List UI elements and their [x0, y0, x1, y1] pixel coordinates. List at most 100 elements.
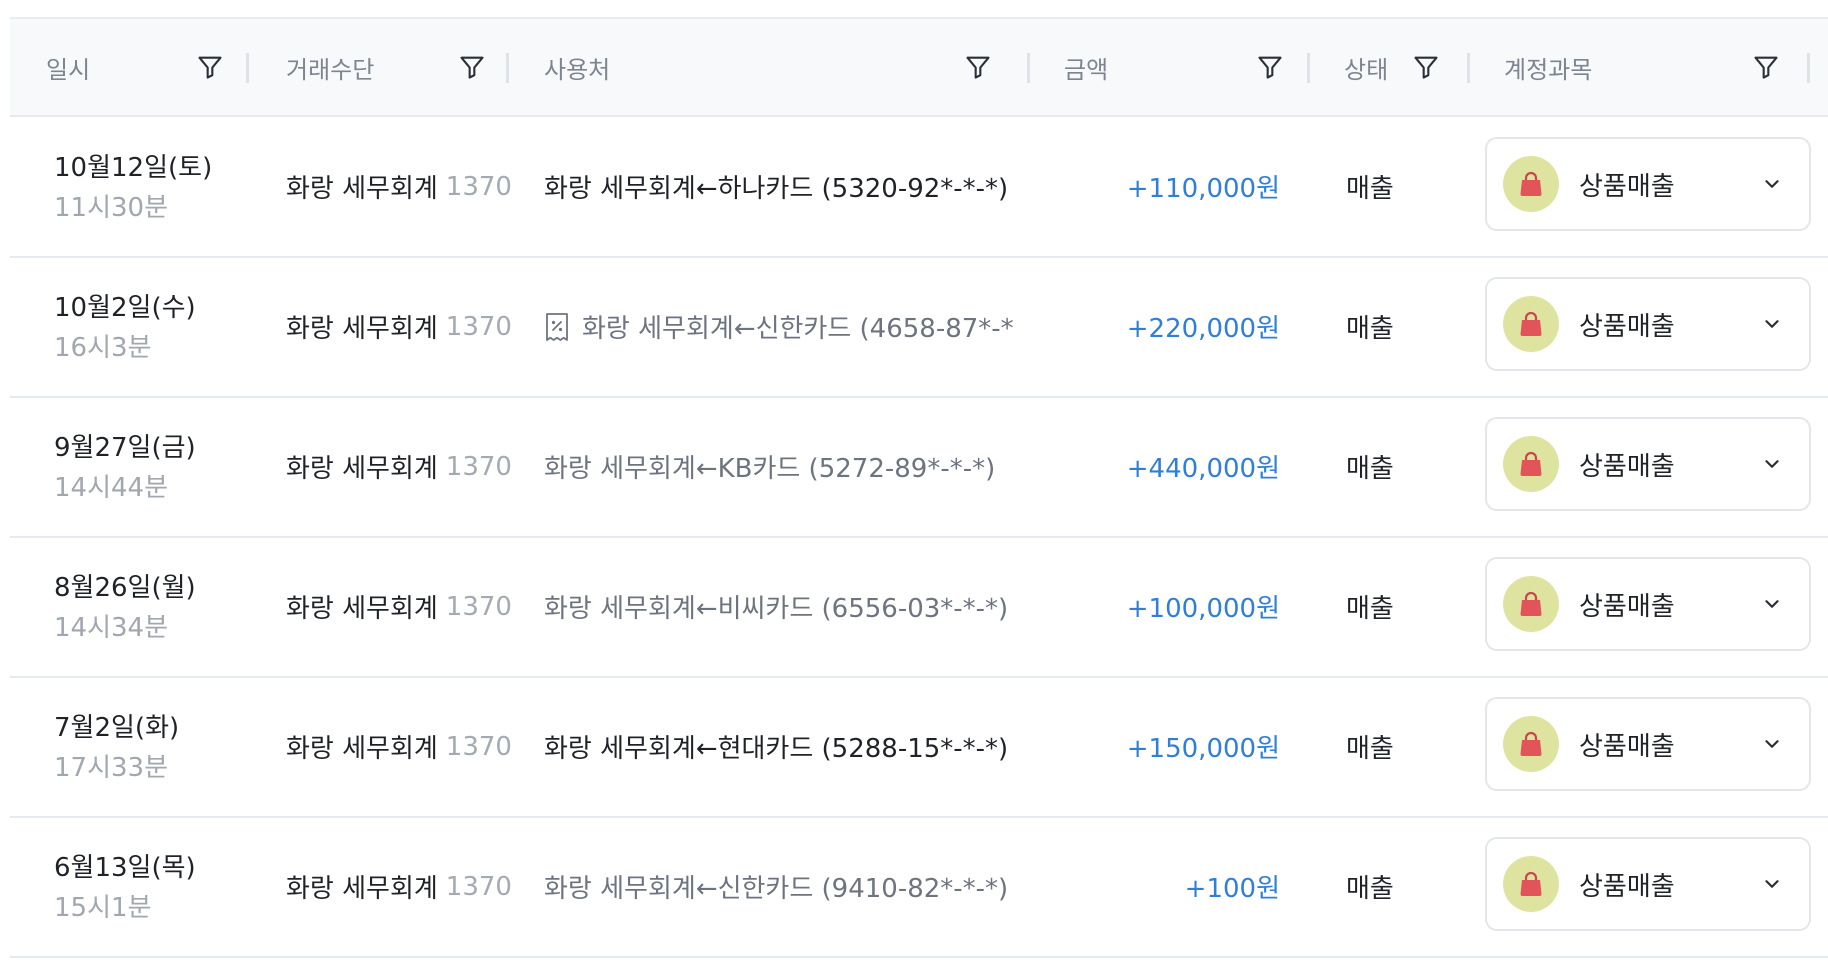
chevron-down-icon [1765, 600, 1779, 608]
filter-icon[interactable] [1752, 53, 1780, 81]
status-label: 매출 [1346, 734, 1394, 764]
chevron-down-icon [1765, 320, 1779, 328]
date-cell: 10월12일(토) 11시30분 [54, 117, 244, 256]
table-row[interactable]: 10월2일(수) 16시3분 화랑 세무회계 1370 화랑 세무회계←신한카드… [10, 257, 1828, 398]
account-label: 상품매출 [1579, 311, 1675, 342]
table-row[interactable]: 7월2일(화) 17시33분 화랑 세무회계 1370 화랑 세무회계←현대카드… [10, 677, 1828, 818]
shopping-bag-icon [1503, 436, 1559, 492]
method-cell: 화랑 세무회계 1370 [286, 397, 512, 536]
amount-value: +440,000원 [1126, 454, 1280, 484]
transaction-time: 16시3분 [54, 333, 152, 363]
column-header-status[interactable]: 상태 [1344, 19, 1464, 115]
method-name: 화랑 세무회계 [286, 454, 438, 484]
filter-icon[interactable] [1256, 53, 1284, 81]
filter-icon[interactable] [458, 53, 486, 81]
shopping-bag-icon [1503, 156, 1559, 212]
status-cell: 매출 [1346, 677, 1394, 816]
transaction-time: 11시30분 [54, 193, 169, 223]
column-divider[interactable] [1467, 53, 1470, 83]
account-label: 상품매출 [1579, 451, 1675, 482]
transaction-time: 14시34분 [54, 613, 169, 643]
table-row[interactable]: 8월26일(월) 14시34분 화랑 세무회계 1370 화랑 세무회계←비씨카… [10, 537, 1828, 678]
merchant-cell: 화랑 세무회계←신한카드 (4658-87*-* [544, 257, 1040, 396]
transaction-time: 15시1분 [54, 893, 152, 923]
filter-icon[interactable] [1412, 53, 1440, 81]
amount-cell: +150,000원 [1050, 677, 1280, 816]
account-select[interactable]: 상품매출 [1485, 557, 1811, 651]
transaction-date: 10월12일(토) [54, 153, 213, 183]
filter-icon[interactable] [964, 53, 992, 81]
method-number: 1370 [445, 731, 512, 762]
column-header-method-label: 거래수단 [286, 55, 375, 84]
transaction-date: 9월27일(금) [54, 433, 196, 463]
method-number: 1370 [445, 171, 512, 202]
account-select[interactable]: 상품매출 [1485, 697, 1811, 791]
amount-value: +100,000원 [1126, 594, 1280, 624]
receipt-icon[interactable] [544, 312, 570, 342]
method-name: 화랑 세무회계 [286, 734, 438, 764]
account-select[interactable]: 상품매출 [1485, 837, 1811, 931]
table-row[interactable]: 9월27일(금) 14시44분 화랑 세무회계 1370 화랑 세무회계←KB카… [10, 397, 1828, 538]
status-cell: 매출 [1346, 117, 1394, 256]
column-header-date-label: 일시 [46, 55, 91, 84]
column-divider[interactable] [1027, 53, 1030, 83]
account-select[interactable]: 상품매출 [1485, 417, 1811, 511]
transaction-date: 8월26일(월) [54, 573, 196, 603]
merchant-cell: 화랑 세무회계←비씨카드 (6556-03*-*-*) [544, 537, 1024, 676]
date-cell: 8월26일(월) 14시34분 [54, 537, 244, 676]
column-divider[interactable] [1307, 53, 1310, 83]
amount-value: +100원 [1184, 874, 1280, 904]
method-number: 1370 [445, 451, 512, 482]
column-header-amount[interactable]: 금액 [1064, 19, 1294, 115]
date-cell: 9월27일(금) 14시44분 [54, 397, 244, 536]
method-name: 화랑 세무회계 [286, 174, 438, 204]
account-label: 상품매출 [1579, 171, 1675, 202]
merchant-cell: 화랑 세무회계←신한카드 (9410-82*-*-*) [544, 817, 1024, 956]
merchant-name: 화랑 세무회계←하나카드 (5320-92*-*-*) [544, 174, 1009, 204]
table-row[interactable]: 10월12일(토) 11시30분 화랑 세무회계 1370 화랑 세무회계←하나… [10, 117, 1828, 258]
method-cell: 화랑 세무회계 1370 [286, 257, 512, 396]
column-header-account-label: 계정과목 [1504, 55, 1593, 84]
transaction-date: 10월2일(수) [54, 293, 196, 323]
amount-cell: +100원 [1050, 817, 1280, 956]
account-select[interactable]: 상품매출 [1485, 277, 1811, 371]
table-row[interactable]: 6월13일(목) 15시1분 화랑 세무회계 1370 화랑 세무회계←신한카드… [10, 817, 1828, 958]
column-header-date[interactable]: 일시 [46, 19, 246, 115]
amount-value: +110,000원 [1126, 174, 1280, 204]
column-header-merchant[interactable]: 사용처 [544, 19, 994, 115]
method-cell: 화랑 세무회계 1370 [286, 537, 512, 676]
amount-value: +150,000원 [1126, 734, 1280, 764]
status-cell: 매출 [1346, 817, 1394, 956]
column-divider[interactable] [506, 53, 509, 83]
merchant-name: 화랑 세무회계←현대카드 (5288-15*-*-*) [544, 734, 1009, 764]
column-divider[interactable] [246, 53, 249, 83]
status-label: 매출 [1346, 314, 1394, 344]
transaction-date: 7월2일(화) [54, 713, 180, 743]
status-cell: 매출 [1346, 537, 1394, 676]
merchant-name: 화랑 세무회계←비씨카드 (6556-03*-*-*) [544, 594, 1009, 624]
account-label: 상품매출 [1579, 871, 1675, 902]
account-label: 상품매출 [1579, 591, 1675, 622]
method-number: 1370 [445, 591, 512, 622]
column-header-merchant-label: 사용처 [544, 55, 611, 84]
chevron-down-icon [1765, 460, 1779, 468]
merchant-cell: 화랑 세무회계←현대카드 (5288-15*-*-*) [544, 677, 1024, 816]
amount-cell: +100,000원 [1050, 537, 1280, 676]
method-name: 화랑 세무회계 [286, 314, 438, 344]
status-cell: 매출 [1346, 397, 1394, 536]
amount-value: +220,000원 [1126, 314, 1280, 344]
column-header-method[interactable]: 거래수단 [286, 19, 486, 115]
method-number: 1370 [445, 871, 512, 902]
column-divider[interactable] [1807, 53, 1810, 83]
table-header: 일시 거래수단 사용처 금액 상태 계정과목 [10, 19, 1828, 117]
chevron-down-icon [1765, 880, 1779, 888]
column-header-account[interactable]: 계정과목 [1504, 19, 1794, 115]
filter-icon[interactable] [196, 53, 224, 81]
account-select[interactable]: 상품매출 [1485, 137, 1811, 231]
status-label: 매출 [1346, 874, 1394, 904]
method-cell: 화랑 세무회계 1370 [286, 817, 512, 956]
shopping-bag-icon [1503, 576, 1559, 632]
transaction-date: 6월13일(목) [54, 853, 196, 883]
transaction-time: 14시44분 [54, 473, 169, 503]
merchant-name: 화랑 세무회계←신한카드 (4658-87*-* [582, 314, 1014, 344]
